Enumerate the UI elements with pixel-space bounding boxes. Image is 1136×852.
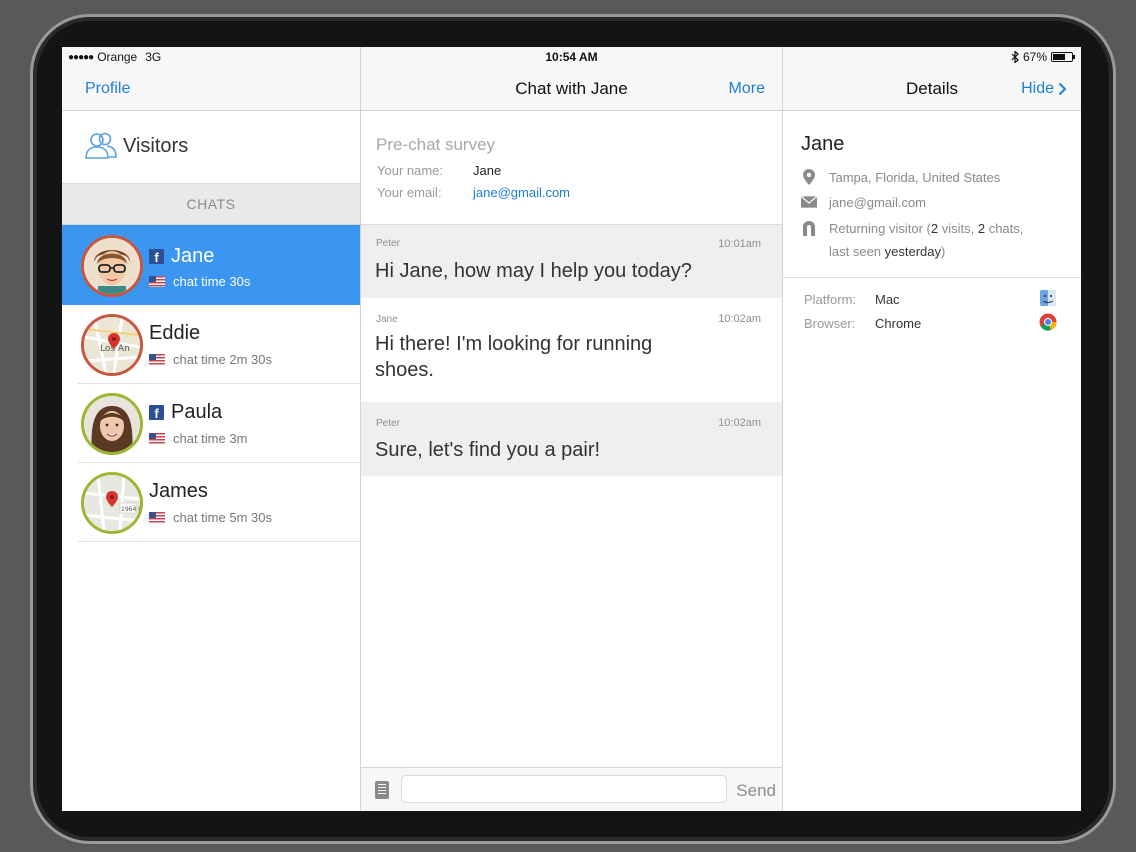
message-time: 10:02am [718, 417, 761, 429]
facebook-icon: f [149, 405, 164, 421]
browser-value: Chrome [875, 316, 922, 331]
message-text: Hi Jane, how may I help you today? [375, 260, 692, 282]
svg-text:1964 F: 1964 F [121, 506, 140, 513]
chat-time: chat time 30s [173, 274, 251, 289]
platform-label: Platform: [804, 292, 857, 307]
email-link[interactable]: jane@gmail.com [473, 185, 570, 200]
visitors-label: Visitors [123, 135, 189, 157]
email-label: Your email: [377, 185, 442, 200]
visitors-row[interactable]: Visitors [62, 111, 360, 184]
message-time: 10:01am [718, 238, 761, 250]
send-button[interactable]: Send [736, 781, 776, 801]
chat-item-eddie[interactable]: Los An Eddie chat time 2m 30s [78, 305, 360, 384]
chat-item-jane[interactable]: f Jane chat time 30s [62, 225, 360, 305]
battery-icon [1051, 52, 1075, 62]
chat-name: Jane [171, 245, 215, 267]
map-avatar: 1964 F [81, 472, 143, 534]
us-flag-icon [149, 276, 165, 287]
message-input-bar: Send [361, 767, 782, 811]
platform-row: Platform: Mac [804, 289, 1057, 307]
message-text: Sure, let's find you a pair! [375, 439, 601, 461]
chevron-right-icon [1058, 82, 1067, 96]
profile-button[interactable]: Profile [85, 80, 130, 98]
clock: 10:54 AM [545, 50, 598, 64]
message-bubble: Peter 10:01am Hi Jane, how may I help yo… [361, 225, 782, 298]
message-author: Jane [376, 314, 398, 325]
name-value: Jane [473, 163, 502, 178]
platform-value: Mac [875, 292, 900, 307]
visitors-icon [84, 131, 118, 166]
message-bubble: Peter 10:02am Sure, let's find you a pai… [361, 402, 782, 476]
browser-row: Browser: Chrome [804, 313, 1057, 331]
chrome-icon [1039, 313, 1057, 331]
message-text: Hi there! I'm looking for running shoes. [375, 333, 653, 381]
chat-name: Eddie [149, 322, 201, 344]
chat-item-james[interactable]: 1964 F James chat time 5m 30s [78, 463, 360, 542]
message-input[interactable] [401, 775, 727, 803]
visitor-location: Tampa, Florida, United States [829, 170, 1001, 185]
mail-icon [801, 194, 817, 210]
browser-label: Browser: [804, 316, 856, 331]
app-screen: Profile Visitors CHATS f Jane chat time … [62, 47, 1081, 811]
chat-panel: Chat with Jane More Pre-chat survey Your… [360, 47, 782, 811]
map-avatar: Los An [81, 314, 143, 376]
magnet-icon [801, 220, 817, 236]
us-flag-icon [149, 354, 165, 365]
chat-item-paula[interactable]: f Paula chat time 3m [78, 384, 360, 463]
visitors-panel: Profile Visitors CHATS f Jane chat time … [62, 47, 360, 811]
details-panel: Details Hide Jane Tampa, Florida, United… [782, 47, 1081, 811]
location-pin-icon [801, 169, 817, 185]
message-bubble: Jane 10:02am Hi there! I'm looking for r… [361, 298, 782, 402]
visitor-name: Jane [801, 133, 845, 155]
us-flag-icon [149, 512, 165, 523]
attach-document-icon[interactable] [375, 781, 389, 799]
visitor-email: jane@gmail.com [829, 195, 927, 210]
chat-time: chat time 3m [173, 431, 248, 446]
hide-button[interactable]: Hide [1021, 80, 1067, 98]
us-flag-icon [149, 433, 165, 444]
chat-list: f Jane chat time 30s Los An Eddie chat t… [62, 225, 360, 542]
chat-name: Paula [171, 401, 223, 423]
chat-time: chat time 5m 30s [173, 510, 272, 525]
visitor-info: Jane Tampa, Florida, United States jane@… [783, 111, 1081, 278]
chat-name: James [149, 480, 208, 502]
message-time: 10:02am [718, 313, 761, 325]
name-label: Your name: [377, 163, 444, 178]
more-button[interactable]: More [729, 80, 765, 98]
returning-visitor-info: Returning visitor (2 visits, 2 chats, las… [829, 221, 1024, 259]
message-author: Peter [376, 418, 400, 429]
survey-title: Pre-chat survey [376, 135, 496, 154]
message-author: Peter [376, 238, 400, 249]
facebook-icon: f [149, 249, 164, 265]
pre-chat-survey: Pre-chat survey Your name: Jane Your ema… [361, 111, 782, 225]
avatar [81, 235, 143, 297]
battery-percent: 67% [1022, 50, 1047, 64]
mac-finder-icon [1039, 289, 1057, 307]
chat-title: Chat with Jane [515, 79, 628, 98]
status-bar: ●●●●● Orange 3G 10:54 AM 67% [62, 47, 1081, 67]
avatar [81, 393, 143, 455]
chat-time: chat time 2m 30s [173, 352, 272, 367]
bluetooth-icon [1011, 51, 1019, 63]
chats-header: CHATS [62, 184, 360, 225]
